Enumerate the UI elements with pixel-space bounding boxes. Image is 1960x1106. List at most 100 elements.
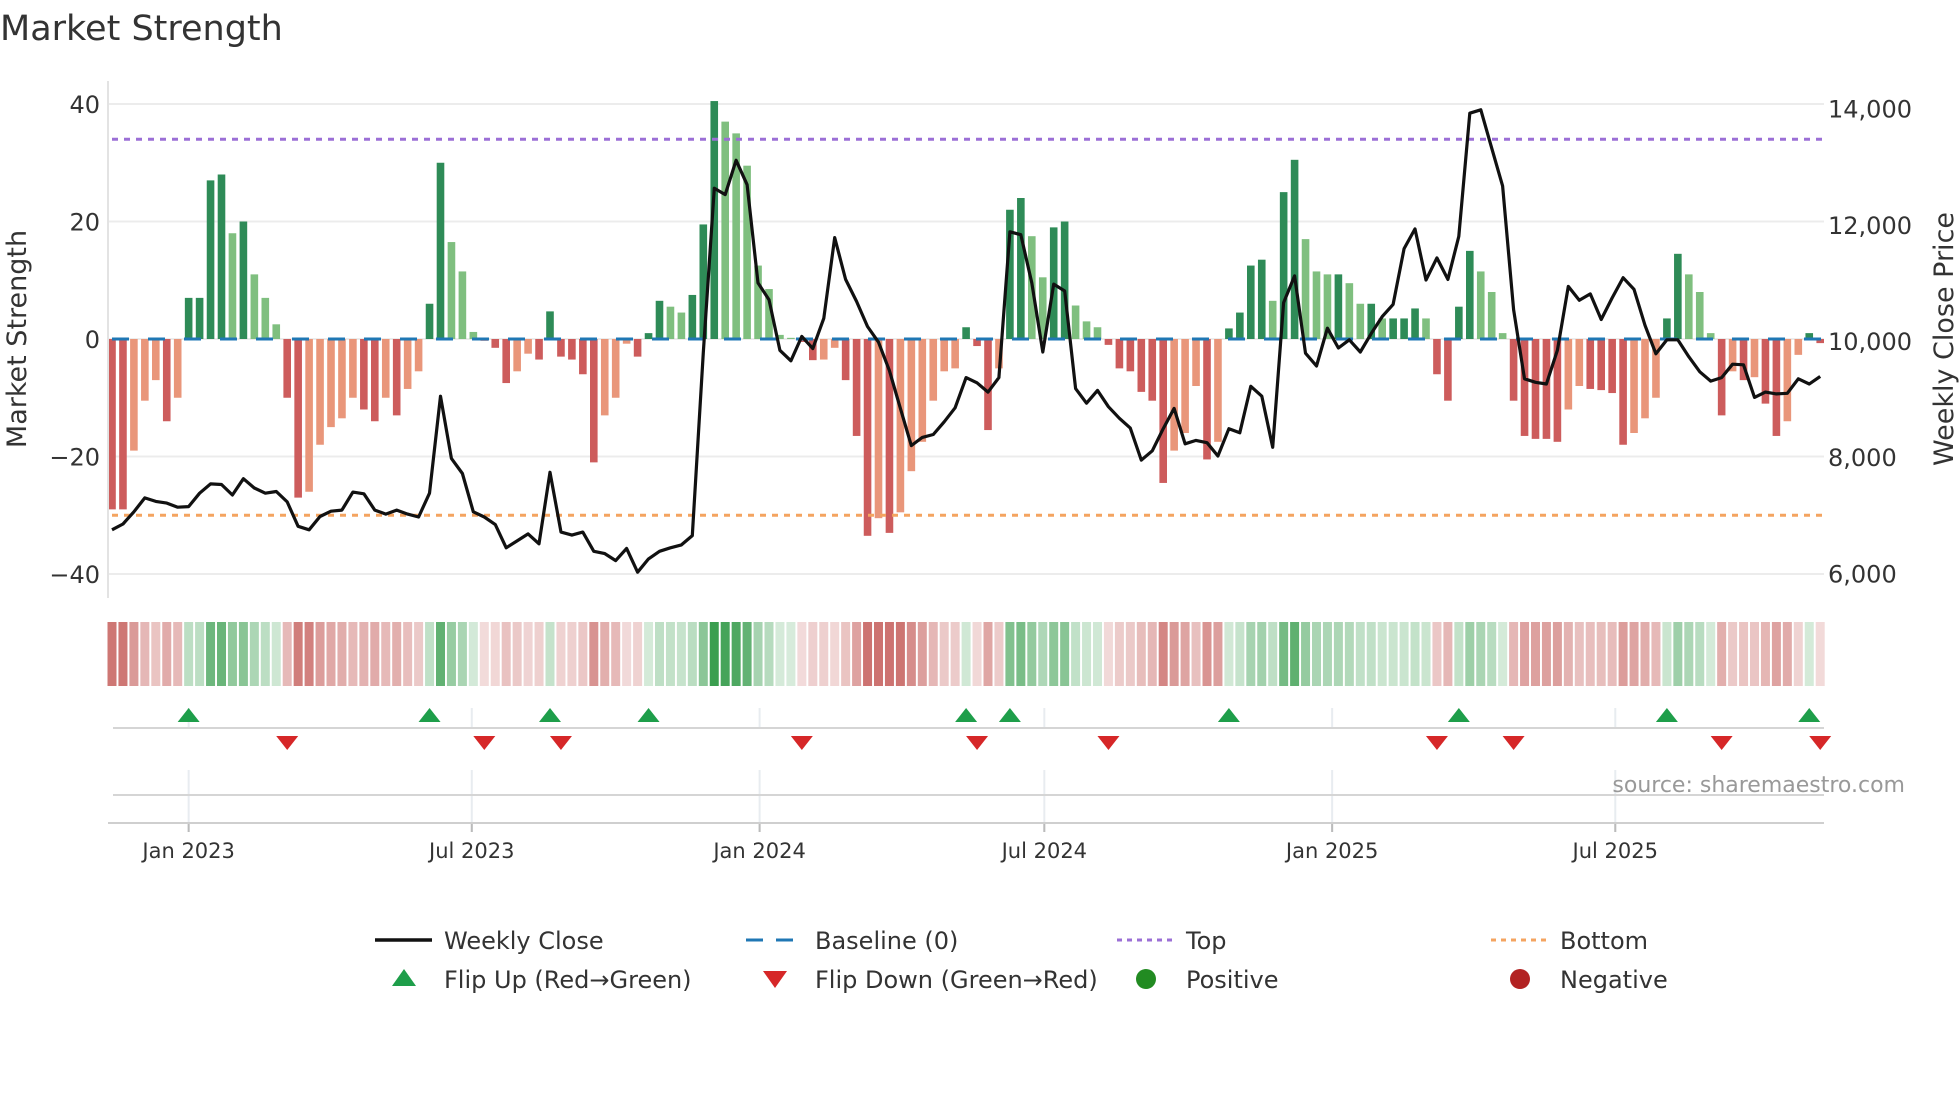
strength-bar xyxy=(568,339,576,360)
legend: Weekly Close Baseline (0) Top Bottom Flip Up… xyxy=(375,927,1668,994)
strip-cell xyxy=(1739,622,1749,686)
strength-bar xyxy=(294,339,302,498)
strength-bar xyxy=(1498,333,1507,339)
strip-cell xyxy=(753,622,763,686)
strip-cell xyxy=(874,622,883,686)
y-tick-label: 20 xyxy=(69,209,100,237)
strip-cell xyxy=(852,622,862,686)
strip-cell xyxy=(1706,622,1716,686)
strength-bar xyxy=(338,339,346,419)
strip-cell xyxy=(1147,622,1157,686)
strip-cell xyxy=(206,622,216,686)
flip-up-marker xyxy=(998,708,1021,722)
y2-tick-label: 6,000 xyxy=(1828,560,1897,588)
y-axis-label: Market Strength xyxy=(2,230,33,448)
strength-bar xyxy=(1641,339,1649,419)
strength-bar xyxy=(1531,339,1540,439)
strip-cell xyxy=(687,622,697,686)
strip-cell xyxy=(403,622,413,686)
strength-bar xyxy=(1290,159,1299,339)
strip-cell xyxy=(1322,622,1332,686)
strip-cell xyxy=(326,622,336,686)
strip-cell xyxy=(1771,622,1781,686)
x-tick-label: Jul 2025 xyxy=(1571,839,1658,863)
strip-cell xyxy=(173,622,183,686)
strip-cell xyxy=(414,622,424,686)
strip-cell xyxy=(950,622,960,686)
strip-cell xyxy=(1728,622,1738,686)
strip-cell xyxy=(1421,622,1431,686)
strip-cell xyxy=(709,622,719,686)
strip-cell xyxy=(1224,622,1234,686)
strength-bar xyxy=(1159,339,1167,483)
strength-bar xyxy=(852,339,861,436)
strength-bar xyxy=(1137,339,1146,392)
strength-bar xyxy=(250,274,259,339)
strength-bar xyxy=(228,233,237,339)
strip-cell xyxy=(1498,622,1508,686)
strength-bar xyxy=(513,339,521,372)
strip-cell xyxy=(1082,622,1092,686)
strength-bar xyxy=(425,303,434,339)
strip-cell xyxy=(622,622,632,686)
strip-cell xyxy=(337,622,347,686)
strip-cell xyxy=(841,622,851,686)
strength-bar xyxy=(1619,339,1627,445)
strip-cell xyxy=(895,622,905,686)
strength-bar xyxy=(349,339,357,398)
strength-bar xyxy=(1214,339,1222,442)
strength-bar xyxy=(458,271,467,339)
strength-bar xyxy=(1695,292,1704,339)
flip-down-marker xyxy=(549,736,572,750)
strip-cell xyxy=(501,622,511,686)
strength-bar xyxy=(1181,339,1189,433)
strip-cell xyxy=(227,622,237,686)
strength-bar xyxy=(1783,339,1792,422)
legend-label: Negative xyxy=(1560,966,1668,994)
strip-cell xyxy=(118,622,128,686)
strip-cell xyxy=(742,622,752,686)
strength-bar xyxy=(896,339,905,513)
y2-tick-label: 10,000 xyxy=(1828,328,1912,356)
strip-cell xyxy=(1717,622,1727,686)
strip-cell xyxy=(556,622,566,686)
strip-cell xyxy=(1114,622,1124,686)
strip-cell xyxy=(1476,622,1486,686)
strip-cell xyxy=(655,622,664,686)
legend-label: Baseline (0) xyxy=(815,927,958,955)
flip-up-marker xyxy=(1447,708,1470,722)
strength-bar xyxy=(688,294,697,339)
strength-bar xyxy=(261,297,270,339)
strip-cell xyxy=(797,622,807,686)
strength-bar xyxy=(371,339,379,422)
strip-cell xyxy=(1268,622,1278,686)
strength-bar xyxy=(1433,339,1441,375)
strip-cell xyxy=(939,622,949,686)
flip-down-marker xyxy=(1809,736,1832,750)
y2-tick-label: 12,000 xyxy=(1828,212,1912,240)
strip-cell xyxy=(512,622,522,686)
strength-bar xyxy=(403,339,412,389)
strength-bar xyxy=(1257,259,1266,339)
strength-bar xyxy=(1444,339,1452,401)
strength-bar xyxy=(1104,339,1113,345)
strength-bar xyxy=(1093,327,1102,339)
strength-bar xyxy=(162,339,171,422)
strip-cell xyxy=(972,622,982,686)
legend-item: Top xyxy=(1117,927,1227,955)
strength-bar xyxy=(1356,303,1365,339)
strip-cell xyxy=(1377,622,1387,686)
strip-cell xyxy=(140,622,150,686)
flip-up-marker xyxy=(1798,708,1821,722)
strip-cell xyxy=(468,622,478,686)
strip-cell xyxy=(1487,622,1497,686)
strip-cell xyxy=(479,622,489,686)
strength-bar xyxy=(984,339,992,431)
strip-cell xyxy=(1388,622,1398,686)
strip-cell xyxy=(720,622,730,686)
strip-cell xyxy=(1673,622,1683,686)
strength-bar xyxy=(863,339,872,536)
strip-cell xyxy=(370,622,380,686)
flip-up-marker xyxy=(955,708,978,722)
strip-cell xyxy=(1640,622,1650,686)
